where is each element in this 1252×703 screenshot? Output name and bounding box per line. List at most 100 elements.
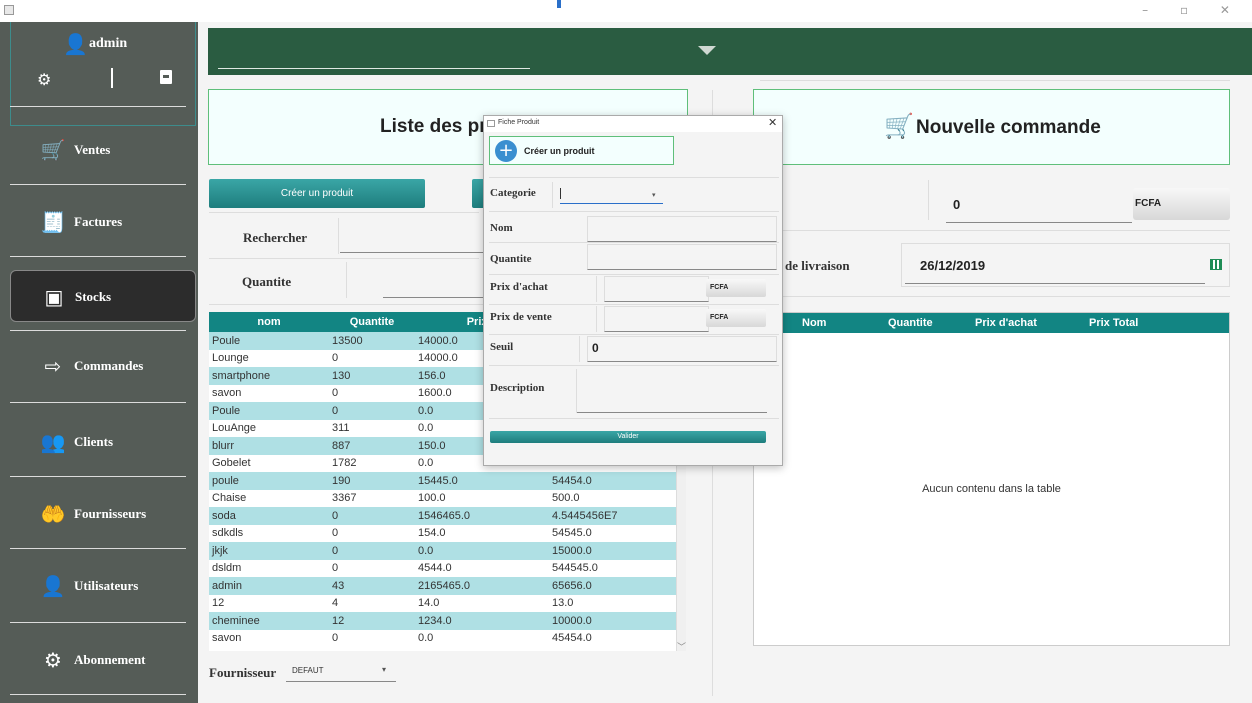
field-separator — [596, 276, 597, 302]
table-cell: 13500 — [329, 332, 415, 350]
total-separator — [928, 180, 929, 220]
description-input[interactable] — [577, 412, 767, 413]
settings-gear-icon[interactable]: ⚙ — [37, 70, 51, 90]
title-artifact — [557, 0, 561, 8]
table-cell: 15445.0 — [415, 472, 549, 490]
table-cell: 1234.0 — [415, 612, 549, 630]
order-table[interactable]: Nom Quantite Prix d'achat Prix Total Auc… — [753, 312, 1230, 646]
sidebar-item-label: Commandes — [74, 358, 144, 373]
text-cursor — [560, 188, 561, 199]
dropdown-arrow-icon[interactable] — [698, 46, 716, 55]
stock-panel-title: Liste des pr — [380, 116, 487, 137]
sidebar-item-stocks[interactable]: ▣ Stocks — [10, 270, 196, 322]
table-cell: 1546465.0 — [415, 507, 549, 525]
order-panel-title: Nouvelle commande — [916, 117, 1101, 138]
create-product-button[interactable]: Créer un produit — [209, 179, 425, 208]
product-dialog: Fiche Produit ✕ + Créer un produit Categ… — [483, 115, 783, 466]
divider — [489, 211, 779, 212]
sidebar-item-label: Factures — [74, 214, 123, 229]
sell-price-input[interactable] — [604, 306, 709, 332]
search-input[interactable] — [340, 252, 485, 253]
quantity-input[interactable] — [587, 244, 777, 270]
buy-price-input[interactable] — [604, 276, 709, 302]
sell-price-currency[interactable]: FCFA — [706, 309, 766, 327]
buy-price-label: Prix d'achat — [490, 281, 548, 293]
delivery-date-underline — [905, 283, 1205, 284]
column-header-quantite[interactable]: Quantite — [329, 312, 415, 332]
divider — [760, 230, 1230, 231]
table-cell: Lounge — [212, 352, 249, 365]
calendar-icon[interactable] — [1210, 259, 1222, 270]
table-row[interactable]: poule 190 15445.0 54454.0 — [209, 472, 676, 490]
table-row[interactable]: dsldm 0 4544.0 544545.0 — [209, 560, 676, 578]
scroll-down-icon[interactable]: ﹀ — [677, 640, 686, 653]
name-input[interactable] — [587, 216, 777, 242]
column-header-quantite[interactable]: Quantite — [888, 317, 933, 329]
table-row[interactable]: sdkdls 0 154.0 54545.0 — [209, 525, 676, 543]
column-header-prix-achat[interactable]: Prix d'achat — [975, 317, 1037, 329]
search-label: Rechercher — [243, 230, 308, 245]
divider — [489, 177, 779, 178]
nav-divider — [10, 106, 186, 107]
logout-icon[interactable] — [160, 70, 172, 84]
sidebar-item-label: Clients — [74, 434, 113, 449]
sidebar-item-ventes[interactable]: 🛒 Ventes — [10, 124, 196, 176]
field-separator — [552, 182, 553, 208]
table-cell: 15000.0 — [549, 542, 676, 560]
table-cell: Chaise — [212, 492, 247, 505]
table-cell: 0 — [332, 562, 339, 575]
table-row[interactable]: admin 43 2165465.0 65656.0 — [209, 577, 676, 595]
sidebar-item-factures[interactable]: 🧾 Factures — [10, 196, 196, 248]
threshold-label: Seuil — [490, 341, 514, 353]
delivery-date-label: de livraison — [785, 258, 850, 273]
user-icon: 👤 — [63, 34, 88, 56]
close-icon[interactable]: ✕ — [768, 116, 777, 129]
quantity-filter-input[interactable] — [383, 297, 485, 298]
table-row[interactable]: jkjk 0 0.0 15000.0 — [209, 542, 676, 560]
empty-table-message: Aucun contenu dans la table — [922, 483, 1061, 495]
category-select[interactable] — [560, 203, 663, 204]
separator-bar — [111, 68, 113, 88]
table-cell: 4.5445456E7 — [549, 507, 676, 525]
order-total-input[interactable] — [946, 222, 1132, 223]
category-label: Categorie — [490, 187, 536, 199]
table-cell: Poule — [209, 332, 329, 350]
supplier-selected-value: DEFAUT — [292, 666, 324, 675]
table-cell: 4544.0 — [418, 562, 452, 575]
sidebar-item-clients[interactable]: 👥 Clients — [10, 416, 196, 468]
sidebar-item-label: Utilisateurs — [74, 578, 139, 593]
table-row[interactable]: cheminee 12 1234.0 10000.0 — [209, 612, 676, 630]
sidebar-item-label: Abonnement — [74, 652, 146, 667]
threshold-input[interactable] — [587, 336, 777, 362]
field-separator — [596, 306, 597, 332]
dialog-title: Fiche Produit — [498, 119, 540, 126]
dialog-titlebar: Fiche Produit ✕ — [484, 116, 782, 132]
dialog-header-title: Créer un produit — [524, 146, 595, 156]
sidebar-item-label: Stocks — [75, 289, 112, 304]
table-cell: 0 — [332, 387, 339, 400]
sidebar-item-fournisseurs[interactable]: 🤲 Fournisseurs — [10, 488, 196, 540]
table-cell: 14.0 — [418, 597, 440, 610]
chevron-down-icon[interactable]: ▾ — [382, 665, 386, 674]
table-row[interactable]: soda 0 1546465.0 4.5445456E7 — [209, 507, 676, 525]
sidebar-item-commandes[interactable]: ⇨ Commandes — [10, 340, 196, 392]
validate-button[interactable]: Valider — [490, 431, 766, 443]
table-row[interactable]: savon 0 0.0 45454.0 — [209, 630, 676, 648]
nav-divider — [10, 256, 186, 257]
column-header-nom[interactable]: nom — [209, 312, 329, 332]
chevron-down-icon[interactable]: ▾ — [652, 191, 656, 199]
table-cell: cheminee — [209, 612, 329, 630]
buy-price-currency[interactable]: FCFA — [706, 279, 766, 297]
sidebar-item-abonnement[interactable]: ⚙ Abonnement — [10, 634, 196, 686]
table-row[interactable]: 12 4 14.0 13.0 — [209, 595, 676, 613]
column-header-nom[interactable]: Nom — [802, 317, 826, 329]
table-cell: 1782 — [332, 457, 357, 470]
table-cell: 311 — [332, 422, 350, 435]
table-cell: savon — [212, 387, 242, 400]
field-separator — [576, 369, 577, 413]
table-row[interactable]: Chaise 3367 100.0 500.0 — [209, 490, 676, 508]
column-header-prix-total[interactable]: Prix Total — [1089, 317, 1138, 329]
sidebar-item-utilisateurs[interactable]: 👤 Utilisateurs — [10, 560, 196, 612]
window-controls[interactable]: – ▫ ✕ — [1142, 3, 1244, 17]
table-cell: dsldm — [212, 562, 242, 575]
